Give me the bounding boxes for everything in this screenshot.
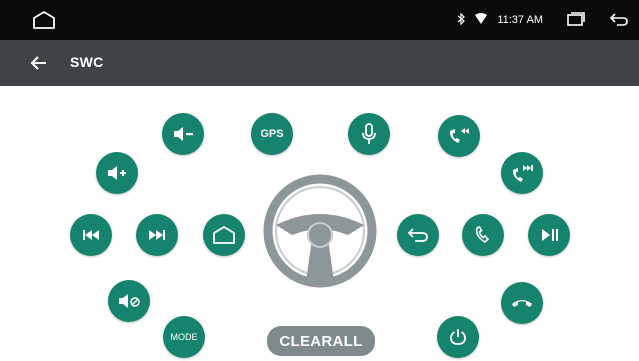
phone-next-icon bbox=[512, 165, 533, 182]
home-nav-icon[interactable] bbox=[32, 10, 56, 35]
phone-icon bbox=[475, 225, 490, 244]
gps-label: GPS bbox=[260, 128, 284, 140]
volume-up-icon bbox=[108, 166, 126, 180]
mute-button[interactable] bbox=[108, 280, 150, 322]
phone-button[interactable] bbox=[462, 214, 504, 256]
volume-up-button[interactable] bbox=[96, 152, 138, 194]
voice-button[interactable] bbox=[348, 113, 390, 155]
page-title: SWC bbox=[70, 54, 104, 70]
skip-previous-icon bbox=[83, 230, 99, 240]
clear-all-button[interactable]: CLEARALL bbox=[267, 326, 375, 356]
next-track-button[interactable] bbox=[136, 214, 178, 256]
mute-icon bbox=[119, 294, 140, 308]
home-icon bbox=[213, 225, 235, 244]
back-arrow-icon[interactable] bbox=[28, 52, 50, 74]
back-return-icon bbox=[407, 228, 428, 242]
steering-wheel-icon bbox=[262, 173, 378, 289]
mode-label: MODE bbox=[170, 332, 198, 342]
mode-button[interactable]: MODE bbox=[163, 316, 205, 358]
power-button[interactable] bbox=[437, 316, 479, 358]
back-nav-icon[interactable] bbox=[609, 12, 629, 29]
bluetooth-icon bbox=[457, 12, 466, 28]
gps-button[interactable]: GPS bbox=[251, 113, 293, 155]
home-button[interactable] bbox=[203, 214, 245, 256]
phone-previous-icon bbox=[449, 128, 469, 143]
microphone-icon bbox=[362, 123, 376, 144]
app-bar: SWC bbox=[0, 40, 639, 86]
hang-up-icon bbox=[512, 300, 532, 307]
power-icon bbox=[450, 329, 466, 345]
status-bar: 11:37 AM bbox=[0, 0, 639, 40]
volume-down-icon bbox=[174, 127, 193, 141]
wifi-icon bbox=[475, 13, 488, 27]
call-next-button[interactable] bbox=[501, 152, 543, 194]
hang-up-button[interactable] bbox=[501, 282, 543, 324]
call-previous-button[interactable] bbox=[438, 115, 480, 157]
previous-track-button[interactable] bbox=[70, 214, 112, 256]
recent-apps-icon[interactable] bbox=[567, 11, 585, 29]
play-pause-icon bbox=[542, 229, 558, 241]
play-pause-button[interactable] bbox=[528, 214, 570, 256]
volume-down-button[interactable] bbox=[162, 113, 204, 155]
clock-text: 11:37 AM bbox=[497, 14, 543, 26]
clear-all-label: CLEARALL bbox=[279, 332, 363, 350]
skip-next-icon bbox=[149, 230, 165, 240]
back-button[interactable] bbox=[397, 214, 439, 256]
